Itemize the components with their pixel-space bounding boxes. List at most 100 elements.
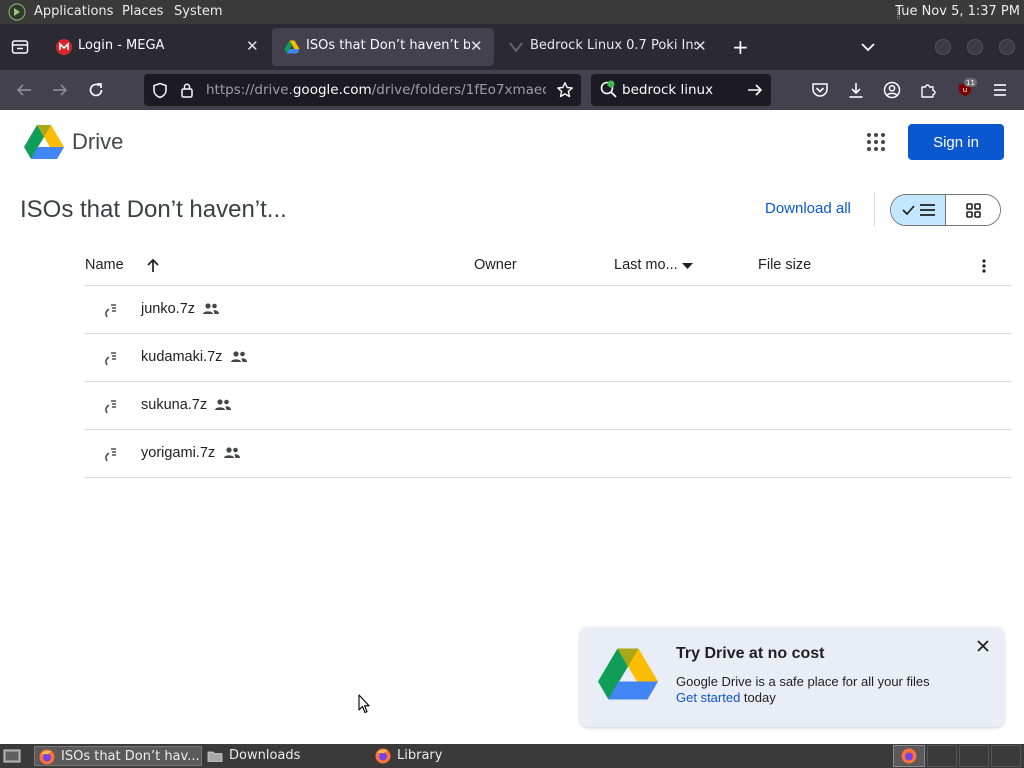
file-table: Name Owner Last mo... File size junko.7z xyxy=(85,244,1011,478)
back-icon[interactable] xyxy=(15,82,33,98)
bookmark-star-icon[interactable] xyxy=(556,81,574,99)
shared-people-icon xyxy=(203,303,219,314)
product-name[interactable]: Drive xyxy=(72,129,123,155)
tab-list-icon[interactable] xyxy=(11,39,29,55)
search-go-icon[interactable] xyxy=(747,83,763,97)
close-icon[interactable] xyxy=(976,639,990,653)
list-all-tabs-icon[interactable] xyxy=(860,41,876,53)
promo-title: Try Drive at no cost xyxy=(676,645,825,662)
menu-places[interactable]: Places xyxy=(122,4,163,19)
url-bar[interactable]: https://drive.google.com/drive/folders/1… xyxy=(144,74,581,106)
sign-in-button[interactable]: Sign in xyxy=(908,124,1004,160)
download-all-button[interactable]: Download all xyxy=(765,200,851,217)
file-name[interactable]: junko.7z xyxy=(141,301,195,317)
svg-text:11: 11 xyxy=(966,79,975,87)
workspace-switcher[interactable] xyxy=(991,745,1021,767)
promo-body: Google Drive is a safe place for all you… xyxy=(676,674,930,689)
tab-close-icon[interactable]: ✕ xyxy=(694,37,707,55)
tab-title: ISOs that Don’t haven’t been xyxy=(306,38,470,53)
table-header: Name Owner Last mo... File size xyxy=(85,244,1011,286)
dropdown-arrow-icon[interactable] xyxy=(682,263,693,269)
task-library[interactable]: Library xyxy=(371,746,531,766)
promo-cta-line: Get started today xyxy=(676,690,776,705)
table-row[interactable]: sukuna.7z xyxy=(85,382,1011,430)
list-view-button[interactable] xyxy=(891,195,946,225)
tab-close-icon[interactable]: ✕ xyxy=(246,37,259,55)
tab-isos-drive[interactable]: ISOs that Don’t haven’t been ✕ xyxy=(272,28,494,66)
menu-applications[interactable]: Applications xyxy=(34,4,113,19)
forward-icon[interactable] xyxy=(51,82,69,98)
reload-icon[interactable] xyxy=(87,81,105,99)
firefox-icon xyxy=(375,748,391,764)
tab-title: Bedrock Linux 0.7 Poki Insta xyxy=(530,38,696,53)
workspace-switcher[interactable] xyxy=(959,745,989,767)
firefox-icon xyxy=(39,749,55,765)
tracking-shield-icon[interactable] xyxy=(152,82,168,99)
extensions-icon[interactable] xyxy=(919,81,937,99)
column-owner[interactable]: Owner xyxy=(474,257,517,273)
downloads-icon[interactable] xyxy=(847,81,865,99)
show-desktop-icon[interactable] xyxy=(3,748,21,764)
list-view-icon xyxy=(902,204,935,216)
search-input[interactable]: bedrock linux xyxy=(622,82,713,98)
archive-file-icon xyxy=(105,448,116,462)
bedrock-icon xyxy=(509,42,523,53)
table-row[interactable]: kudamaki.7z xyxy=(85,334,1011,382)
task-label: Library xyxy=(397,748,443,763)
page-title: ISOs that Don’t haven’t... xyxy=(20,196,287,223)
account-icon[interactable] xyxy=(883,81,901,99)
search-bar[interactable]: bedrock linux xyxy=(591,74,771,106)
mouse-cursor-icon xyxy=(358,694,370,714)
file-name[interactable]: yorigami.7z xyxy=(141,445,215,461)
promo-cta-suffix: today xyxy=(740,690,776,705)
menu-system[interactable]: System xyxy=(174,4,222,19)
distro-logo-icon[interactable] xyxy=(8,3,26,21)
search-engine-icon xyxy=(600,80,617,98)
google-drive-logo-icon xyxy=(598,648,658,700)
window-controls[interactable] xyxy=(934,38,1016,56)
column-name[interactable]: Name xyxy=(85,257,124,273)
taskbar: ISOs that Don’t hav... Downloads Library xyxy=(0,744,1024,768)
get-started-link[interactable]: Get started xyxy=(676,690,740,705)
table-row[interactable]: junko.7z xyxy=(85,286,1011,334)
grid-view-button[interactable] xyxy=(946,195,1000,225)
firefox-icon xyxy=(901,748,917,764)
task-downloads[interactable]: Downloads xyxy=(203,746,363,766)
shared-people-icon xyxy=(231,351,247,362)
workspace-switcher-active[interactable] xyxy=(893,745,925,767)
task-firefox-drive[interactable]: ISOs that Don’t hav... xyxy=(34,746,202,766)
new-tab-icon[interactable]: + xyxy=(732,35,749,59)
archive-file-icon xyxy=(105,304,116,318)
shared-people-icon xyxy=(224,447,240,458)
hamburger-menu-icon[interactable] xyxy=(991,82,1009,98)
column-file-size[interactable]: File size xyxy=(758,257,811,273)
promo-card: Try Drive at no cost Google Drive is a s… xyxy=(580,627,1004,727)
table-row[interactable]: yorigami.7z xyxy=(85,430,1011,478)
pocket-icon[interactable] xyxy=(811,82,829,98)
sort-ascending-icon[interactable] xyxy=(146,258,160,273)
mega-icon xyxy=(56,39,72,55)
archive-file-icon xyxy=(105,352,116,366)
task-label: Downloads xyxy=(229,748,301,763)
shared-people-icon xyxy=(215,399,231,410)
tab-login-mega[interactable]: Login - MEGA ✕ xyxy=(44,24,270,70)
workspace-switcher[interactable] xyxy=(927,745,957,767)
url-text[interactable]: https://drive.google.com/drive/folders/1… xyxy=(206,82,546,98)
file-name[interactable]: kudamaki.7z xyxy=(141,349,222,365)
tab-close-icon[interactable]: ✕ xyxy=(470,37,483,55)
navigation-bar: https://drive.google.com/drive/folders/1… xyxy=(0,70,1024,110)
google-apps-icon[interactable] xyxy=(866,132,886,152)
column-last-modified[interactable]: Last mo... xyxy=(614,257,678,273)
ublock-origin-icon[interactable]: u 11 xyxy=(955,78,977,100)
panel-clock[interactable]: Tue Nov 5, 1:37 PM xyxy=(895,4,1020,19)
file-name[interactable]: sukuna.7z xyxy=(141,397,207,413)
lock-icon[interactable] xyxy=(180,82,194,98)
grid-view-icon xyxy=(966,203,981,218)
more-options-icon[interactable] xyxy=(981,258,987,274)
google-drive-logo-icon[interactable] xyxy=(24,124,64,160)
archive-file-icon xyxy=(105,400,116,414)
view-toggle xyxy=(890,194,1001,226)
task-label: ISOs that Don’t hav... xyxy=(61,749,200,764)
tab-bedrock-linux[interactable]: Bedrock Linux 0.7 Poki Insta ✕ xyxy=(496,24,722,70)
divider xyxy=(874,192,875,226)
